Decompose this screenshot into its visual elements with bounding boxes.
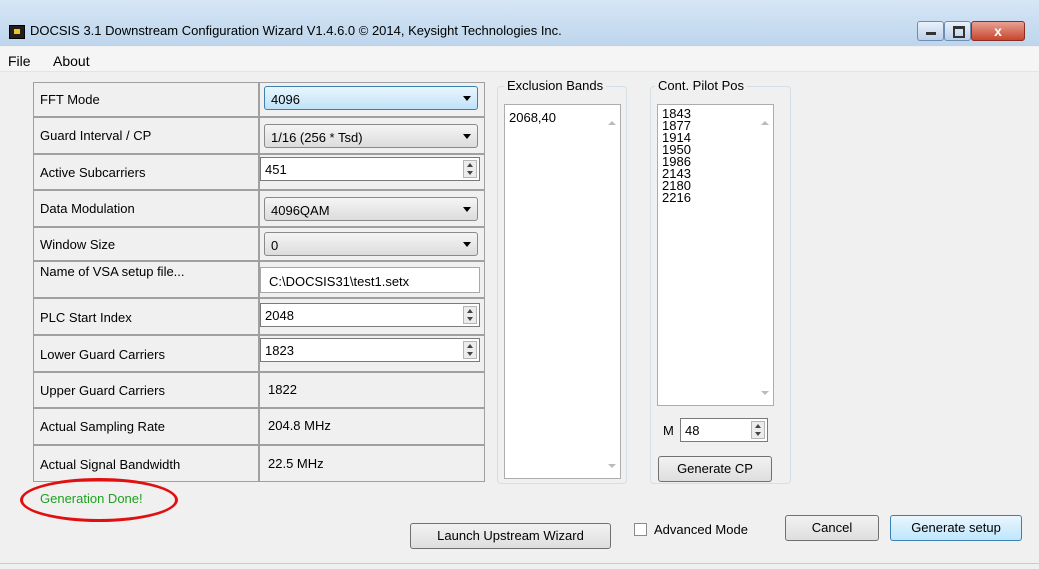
fft-mode-label-cell: FFT Mode	[33, 82, 259, 117]
m-stepper[interactable]: 48	[680, 418, 768, 442]
scroll-up-icon[interactable]	[608, 121, 616, 125]
guard-interval-label-cell: Guard Interval / CP	[33, 117, 259, 154]
sampling-rate-value: 204.8 MHz	[268, 418, 331, 433]
pilot-pos-list[interactable]: 1843 1877 1914 1950 1986 2143 2180 2216	[657, 104, 774, 406]
window-size-value: 0	[271, 238, 279, 253]
spin-arrows-icon[interactable]	[463, 160, 477, 178]
window-title: DOCSIS 3.1 Downstream Configuration Wiza…	[30, 23, 562, 38]
list-item[interactable]: 2216	[662, 191, 691, 204]
plc-start-label-cell: PLC Start Index	[33, 298, 259, 335]
launch-upstream-wizard-button[interactable]: Launch Upstream Wizard	[410, 523, 611, 549]
active-subcarriers-value: 451	[265, 162, 287, 177]
plc-start-index-value: 2048	[265, 308, 294, 323]
sampling-rate-label-cell: Actual Sampling Rate	[33, 408, 259, 445]
spin-arrows-icon[interactable]	[463, 341, 477, 359]
signal-bandwidth-value: 22.5 MHz	[268, 456, 324, 471]
data-modulation-dropdown[interactable]: 4096QAM	[264, 197, 478, 221]
guard-interval-value: 1/16 (256 * Tsd)	[271, 130, 363, 145]
fft-mode-value: 4096	[271, 92, 300, 107]
generate-setup-button[interactable]: Generate setup	[890, 515, 1022, 541]
vsa-setup-file-field[interactable]: C:\DOCSIS31\test1.setx	[260, 267, 480, 293]
cancel-button[interactable]: Cancel	[785, 515, 879, 541]
spin-arrows-icon[interactable]	[751, 421, 765, 439]
window-bottom-border	[0, 563, 1039, 564]
menu-about[interactable]: About	[53, 53, 90, 69]
advanced-mode-label[interactable]: Advanced Mode	[654, 522, 748, 537]
signal-bandwidth-label-cell: Actual Signal Bandwidth	[33, 445, 259, 482]
chevron-down-icon	[463, 96, 471, 101]
title-bar: DOCSIS 3.1 Downstream Configuration Wiza…	[0, 0, 1039, 46]
close-icon: x	[994, 23, 1002, 39]
sampling-rate-label: Actual Sampling Rate	[40, 419, 166, 434]
advanced-mode-checkbox[interactable]	[634, 523, 647, 536]
scroll-up-icon[interactable]	[761, 121, 769, 125]
menu-file[interactable]: File	[8, 53, 31, 69]
window-size-dropdown[interactable]: 0	[264, 232, 478, 256]
chevron-down-icon	[463, 207, 471, 212]
lower-guard-label: Lower Guard Carriers	[40, 347, 165, 362]
generate-cp-button[interactable]: Generate CP	[658, 456, 772, 482]
active-subcarriers-stepper[interactable]: 451	[260, 157, 480, 181]
data-modulation-label-cell: Data Modulation	[33, 190, 259, 227]
guard-interval-dropdown[interactable]: 1/16 (256 * Tsd)	[264, 124, 478, 148]
plc-start-index-stepper[interactable]: 2048	[260, 303, 480, 327]
spin-arrows-icon[interactable]	[463, 306, 477, 324]
pilot-pos-title: Cont. Pilot Pos	[655, 78, 747, 93]
scroll-down-icon[interactable]	[761, 391, 769, 395]
sampling-rate-value-cell: 204.8 MHz	[259, 408, 485, 445]
upper-guard-value-cell: 1822	[259, 372, 485, 408]
data-modulation-label: Data Modulation	[40, 201, 135, 216]
lower-guard-label-cell: Lower Guard Carriers	[33, 335, 259, 372]
m-label: M	[663, 423, 674, 438]
plc-start-index-label: PLC Start Index	[40, 310, 132, 325]
exclusion-bands-list[interactable]: 2068,40	[504, 104, 621, 479]
annotation-circle	[20, 478, 178, 522]
vsa-file-label[interactable]: Name of VSA setup file...	[40, 264, 185, 279]
vsa-setup-file-value: C:\DOCSIS31\test1.setx	[269, 274, 410, 289]
m-value: 48	[685, 423, 700, 438]
active-subcarriers-label-cell: Active Subcarriers	[33, 154, 259, 190]
menu-bar: File About	[0, 47, 1039, 72]
guard-interval-label: Guard Interval / CP	[40, 128, 152, 143]
signal-bandwidth-label: Actual Signal Bandwidth	[40, 457, 181, 472]
main-window: DOCSIS 3.1 Downstream Configuration Wiza…	[0, 0, 1039, 569]
chevron-down-icon	[463, 134, 471, 139]
fft-mode-label: FFT Mode	[40, 92, 100, 107]
data-modulation-value: 4096QAM	[271, 203, 330, 218]
app-icon	[9, 25, 25, 39]
upper-guard-label-cell: Upper Guard Carriers	[33, 372, 259, 408]
minimize-button[interactable]	[917, 21, 944, 41]
upper-guard-label: Upper Guard Carriers	[40, 383, 165, 398]
fft-mode-dropdown[interactable]: 4096	[264, 86, 478, 110]
active-subcarriers-label: Active Subcarriers	[40, 165, 146, 180]
window-size-label-cell: Window Size	[33, 227, 259, 261]
scroll-down-icon[interactable]	[608, 464, 616, 468]
chevron-down-icon	[463, 242, 471, 247]
close-button[interactable]: x	[971, 21, 1025, 41]
exclusion-bands-title: Exclusion Bands	[504, 78, 607, 93]
lower-guard-stepper[interactable]: 1823	[260, 338, 480, 362]
upper-guard-value: 1822	[268, 382, 297, 397]
maximize-button[interactable]	[944, 21, 971, 41]
signal-bandwidth-value-cell: 22.5 MHz	[259, 445, 485, 482]
lower-guard-value: 1823	[265, 343, 294, 358]
vsa-file-label-cell: Name of VSA setup file...	[33, 261, 259, 298]
window-size-label: Window Size	[40, 237, 116, 252]
list-item[interactable]: 2068,40	[509, 111, 556, 124]
